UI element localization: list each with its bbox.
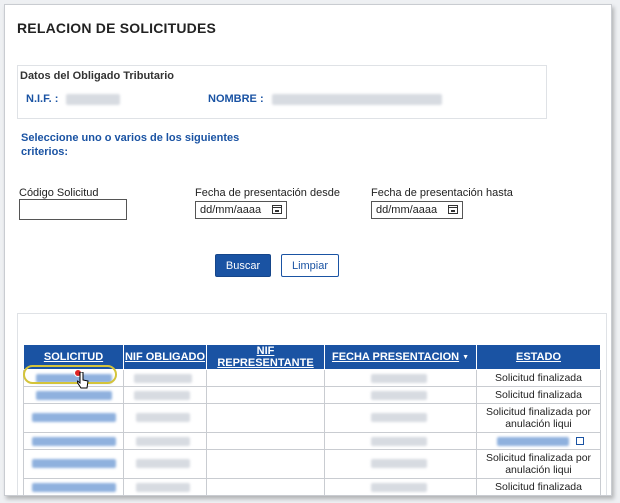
cell-nif-representante (206, 478, 325, 495)
cell-solicitud-link[interactable] (23, 403, 124, 433)
date-to-value: dd/mm/aaaa (376, 204, 438, 216)
header-nif-obligado[interactable]: NIF OBLIGADO (123, 344, 207, 370)
nif-value-redacted (66, 94, 120, 105)
cell-solicitud-link[interactable] (23, 478, 124, 495)
cell-solicitud-link[interactable] (23, 449, 124, 479)
cell-nif-representante (206, 403, 325, 433)
sort-desc-icon[interactable]: ▼ (462, 354, 469, 361)
cell-fecha (324, 369, 477, 387)
cell-estado: Solicitud finalizada (476, 478, 601, 495)
cell-nif-representante (206, 386, 325, 404)
external-link-icon[interactable] (576, 437, 584, 445)
code-input[interactable] (19, 199, 127, 220)
taxpayer-section-label: Datos del Obligado Tributario (20, 70, 175, 82)
cell-fecha (324, 432, 477, 450)
table-row: Solicitud finalizada por anulación liqui (23, 403, 601, 433)
cell-estado: Solicitud finalizada por anulación liqui (476, 449, 601, 479)
cell-estado: Solicitud finalizada (476, 369, 601, 387)
nombre-value-redacted (272, 94, 442, 105)
results-panel: SOLICITUD NIF OBLIGADO NIF REPRESENTANTE… (17, 313, 607, 495)
cell-solicitud-link[interactable] (23, 386, 124, 404)
header-fecha-presentacion[interactable]: FECHA PRESENTACION ▼ (324, 344, 477, 370)
cell-estado-link[interactable] (476, 432, 601, 450)
calendar-icon[interactable] (448, 205, 458, 214)
cell-fecha (324, 449, 477, 479)
cell-nif-obligado (123, 432, 207, 450)
table-row: Solicitud finalizada por anulación liqui (23, 449, 601, 479)
cell-nif-representante (206, 432, 325, 450)
code-label: Código Solicitud (19, 187, 99, 199)
cell-solicitud-link[interactable] (23, 432, 124, 450)
search-button[interactable]: Buscar (215, 254, 271, 277)
date-from-input[interactable]: dd/mm/aaaa (195, 201, 287, 219)
table-row: Solicitud finalizada (23, 386, 601, 404)
cell-nif-representante (206, 369, 325, 387)
nombre-label: NOMBRE : (208, 93, 264, 105)
highlight-ellipse (23, 365, 117, 384)
page-title: RELACION DE SOLICITUDES (17, 20, 217, 36)
cell-nif-obligado (123, 369, 207, 387)
clear-button[interactable]: Limpiar (281, 254, 339, 277)
date-to-label: Fecha de presentación hasta (371, 187, 513, 199)
date-to-input[interactable]: dd/mm/aaaa (371, 201, 463, 219)
nif-label: N.I.F. : (26, 93, 59, 105)
taxpayer-panel: Datos del Obligado Tributario N.I.F. : N… (17, 65, 547, 119)
pointer-cursor-icon (77, 372, 89, 389)
header-estado[interactable]: ESTADO (476, 344, 601, 370)
date-from-label: Fecha de presentación desde (195, 187, 340, 199)
cell-nif-obligado (123, 403, 207, 433)
cell-estado: Solicitud finalizada por anulación liqui (476, 403, 601, 433)
cell-estado: Solicitud finalizada (476, 386, 601, 404)
page-frame: RELACION DE SOLICITUDES Datos del Obliga… (4, 4, 612, 496)
cell-fecha (324, 386, 477, 404)
cell-fecha (324, 478, 477, 495)
header-nif-representante[interactable]: NIF REPRESENTANTE (206, 344, 325, 370)
cell-nif-representante (206, 449, 325, 479)
cell-nif-obligado (123, 386, 207, 404)
cell-nif-obligado (123, 478, 207, 495)
calendar-icon[interactable] (272, 205, 282, 214)
cell-fecha (324, 403, 477, 433)
table-row (23, 432, 601, 450)
criteria-prompt: Seleccione uno o varios de los siguiente… (21, 132, 240, 158)
date-from-value: dd/mm/aaaa (200, 204, 262, 216)
cell-nif-obligado (123, 449, 207, 479)
table-row: Solicitud finalizada (23, 478, 601, 495)
